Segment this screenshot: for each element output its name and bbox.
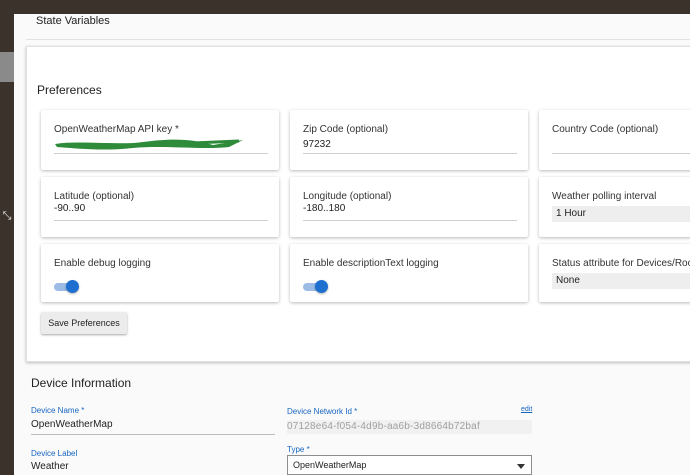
api-key-cell: OpenWeatherMap API key * bbox=[41, 110, 279, 170]
longitude-label: Longitude (optional) bbox=[303, 191, 392, 202]
device-name-label: Device Name * bbox=[31, 406, 85, 415]
longitude-underline bbox=[303, 220, 517, 221]
network-id-edit-link[interactable]: edit bbox=[521, 406, 532, 413]
type-label: Type * bbox=[287, 445, 310, 454]
latitude-input[interactable]: -90..90 bbox=[54, 203, 85, 214]
main-content: State Variables Preferences OpenWeatherM… bbox=[14, 14, 690, 475]
save-preferences-button[interactable]: Save Preferences bbox=[41, 312, 127, 334]
divider bbox=[26, 39, 690, 40]
device-information-title: Device Information bbox=[31, 376, 132, 390]
description-logging-cell: Enable descriptionText logging bbox=[290, 244, 528, 302]
longitude-cell: Longitude (optional) -180..180 bbox=[290, 177, 528, 237]
country-code-underline bbox=[552, 153, 690, 154]
polling-interval-cell: Weather polling interval 1 Hour bbox=[539, 177, 690, 237]
status-attribute-label: Status attribute for Devices/Rooms bbox=[552, 258, 690, 269]
status-attribute-cell: Status attribute for Devices/Rooms None bbox=[539, 244, 690, 302]
type-select-value: OpenWeatherMap bbox=[293, 460, 367, 470]
device-name-underline bbox=[31, 434, 275, 435]
debug-logging-cell: Enable debug logging bbox=[41, 244, 279, 302]
latitude-underline bbox=[54, 220, 268, 221]
longitude-input[interactable]: -180..180 bbox=[303, 203, 345, 214]
device-label-input[interactable]: Weather bbox=[31, 461, 69, 472]
debug-logging-toggle[interactable] bbox=[54, 280, 80, 294]
description-logging-toggle[interactable] bbox=[303, 280, 329, 294]
zip-code-cell: Zip Code (optional) 97232 bbox=[290, 110, 528, 170]
type-select[interactable]: OpenWeatherMap bbox=[287, 455, 532, 475]
status-attribute-select[interactable]: None bbox=[552, 273, 690, 289]
toggle-knob bbox=[66, 280, 79, 293]
left-sidebar: ⤡ bbox=[0, 0, 14, 475]
country-code-cell: Country Code (optional) bbox=[539, 110, 690, 170]
zip-code-underline bbox=[303, 153, 517, 154]
device-label-label: Device Label bbox=[31, 449, 78, 458]
network-id-label: Device Network Id * bbox=[287, 407, 358, 416]
device-name-input[interactable]: OpenWeatherMap bbox=[31, 419, 113, 430]
latitude-label: Latitude (optional) bbox=[54, 191, 135, 202]
preferences-card: Preferences OpenWeatherMap API key * Zip… bbox=[26, 46, 690, 362]
api-key-label: OpenWeatherMap API key * bbox=[54, 124, 179, 135]
sidebar-active-item[interactable] bbox=[0, 52, 14, 82]
collapse-expand-icon[interactable]: ⤡ bbox=[1, 210, 13, 222]
zip-code-input[interactable]: 97232 bbox=[303, 139, 331, 150]
debug-logging-label: Enable debug logging bbox=[54, 258, 151, 269]
top-bar bbox=[0, 0, 690, 14]
preferences-title: Preferences bbox=[37, 83, 102, 97]
polling-interval-select[interactable]: 1 Hour bbox=[552, 206, 690, 222]
polling-interval-label: Weather polling interval bbox=[552, 191, 657, 202]
api-key-input[interactable] bbox=[54, 138, 254, 152]
description-logging-label: Enable descriptionText logging bbox=[303, 258, 439, 269]
latitude-cell: Latitude (optional) -90..90 bbox=[41, 177, 279, 237]
toggle-knob bbox=[315, 280, 328, 293]
chevron-down-icon bbox=[517, 464, 525, 469]
country-code-label: Country Code (optional) bbox=[552, 124, 659, 135]
network-id-value: 07128e64-f054-4d9b-aa6b-3d8664b72baf bbox=[287, 421, 480, 432]
state-variables-header[interactable]: State Variables bbox=[36, 15, 110, 27]
zip-code-label: Zip Code (optional) bbox=[303, 124, 389, 135]
api-key-underline bbox=[54, 153, 268, 154]
